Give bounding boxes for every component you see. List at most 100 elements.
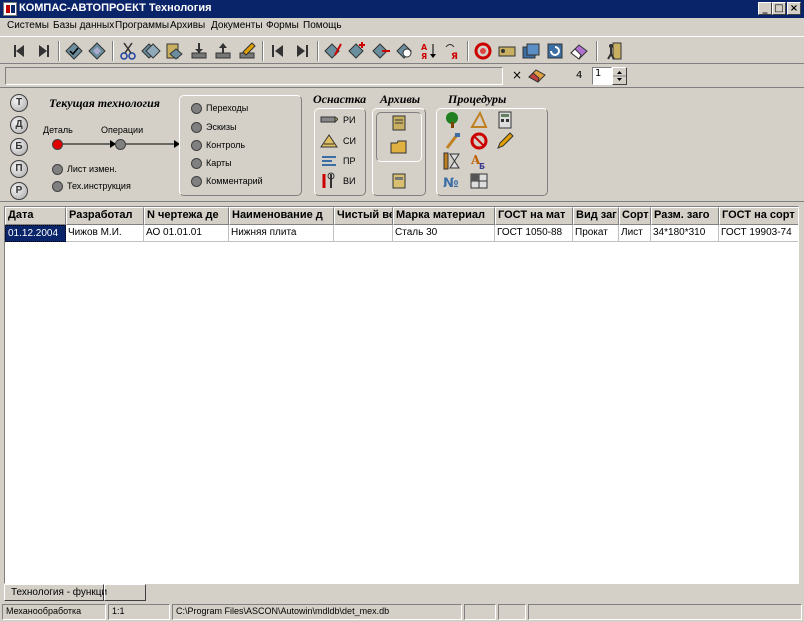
aux-tool-icon[interactable] [320, 172, 338, 190]
close-button[interactable]: × [787, 2, 801, 15]
cell-developer[interactable]: Чижов М.И. [66, 225, 144, 242]
archive-list-icon[interactable] [390, 172, 408, 190]
col-gost-material[interactable]: ГОСТ на мат [495, 207, 573, 225]
stack-icon[interactable] [521, 41, 541, 61]
brush-icon[interactable] [443, 132, 461, 150]
tech-instruction-dot[interactable] [52, 181, 63, 192]
font-icon[interactable]: AБ [470, 152, 488, 171]
clear-filter-button[interactable]: × [512, 68, 522, 82]
col-blank-size[interactable]: Разм. заго [651, 207, 719, 225]
cell-blank-size[interactable]: 34*180*310 [651, 225, 719, 242]
cell-gost-sort[interactable]: ГОСТ 19903-74 [719, 225, 798, 242]
eraser-icon[interactable] [569, 41, 589, 61]
cell-name[interactable]: Нижняя плита [229, 225, 334, 242]
scissors-icon[interactable] [118, 41, 138, 61]
last-record-icon[interactable] [292, 41, 312, 61]
exit-icon[interactable] [604, 41, 624, 61]
hourglass-icon[interactable] [443, 152, 461, 170]
sketches-dot[interactable] [191, 122, 202, 133]
diamond-add-icon[interactable] [347, 41, 367, 61]
ri-label[interactable]: РИ [343, 115, 355, 125]
diamond-search-icon[interactable] [395, 41, 415, 61]
maximize-button[interactable]: □ [772, 2, 786, 15]
sketches-label[interactable]: Эскизы [206, 122, 237, 132]
transitions-label[interactable]: Переходы [206, 103, 248, 113]
forward-icon[interactable] [33, 41, 53, 61]
fixture-icon[interactable] [320, 152, 338, 170]
calculator-icon[interactable] [496, 111, 514, 129]
tree-icon[interactable] [443, 111, 461, 129]
col-net-weight[interactable]: Чистый ве [334, 207, 393, 225]
spinner-buttons[interactable] [612, 67, 627, 85]
control-label[interactable]: Контроль [206, 140, 245, 150]
paste-icon[interactable] [164, 41, 184, 61]
side-button-d[interactable]: Д [10, 116, 28, 134]
si-label[interactable]: СИ [343, 136, 356, 146]
comment-label[interactable]: Комментарий [206, 176, 263, 186]
col-developer[interactable]: Разработал [66, 207, 144, 225]
cell-gost-material[interactable]: ГОСТ 1050-88 [495, 225, 573, 242]
col-drawing-number[interactable]: N чертежа де [144, 207, 229, 225]
diamond-remove-icon[interactable] [371, 41, 391, 61]
side-button-b[interactable]: Б [10, 138, 28, 156]
col-gost-sort[interactable]: ГОСТ на сорт [719, 207, 798, 225]
comment-dot[interactable] [191, 176, 202, 187]
col-name[interactable]: Наименование д [229, 207, 334, 225]
diamond-check-icon[interactable] [64, 41, 84, 61]
detail-dot[interactable] [52, 139, 63, 150]
forbidden-icon[interactable] [470, 132, 488, 150]
import-icon[interactable] [189, 41, 209, 61]
col-blank-type[interactable]: Вид заг [573, 207, 619, 225]
table-icon[interactable] [470, 172, 488, 190]
first-record-icon[interactable] [268, 41, 288, 61]
tab-technology-functions[interactable]: Технология - функци [4, 584, 107, 601]
diamond-edit-icon[interactable] [323, 41, 343, 61]
copy-diamond-icon[interactable] [141, 41, 161, 61]
tab-empty[interactable] [104, 584, 146, 601]
minimize-button[interactable]: _ [758, 2, 772, 15]
drafting-icon[interactable] [470, 110, 488, 129]
menu-sistemy[interactable]: Системы [7, 20, 49, 31]
archive-folder-icon[interactable] [390, 138, 408, 156]
operations-dot[interactable] [115, 139, 126, 150]
edit-icon[interactable] [237, 41, 257, 61]
cell-sort[interactable]: Лист [619, 225, 651, 242]
eraser-icon[interactable] [528, 67, 546, 83]
menu-programmy[interactable]: Программы [115, 20, 169, 31]
back-icon[interactable] [10, 41, 30, 61]
transitions-dot[interactable] [191, 103, 202, 114]
side-button-r[interactable]: Р [10, 182, 28, 200]
col-date[interactable]: Дата [5, 207, 66, 225]
cell-material[interactable]: Сталь 30 [393, 225, 495, 242]
archive-card-icon[interactable] [390, 114, 408, 132]
vi-label[interactable]: ВИ [343, 176, 355, 186]
app-icon[interactable] [3, 2, 17, 16]
cards-label[interactable]: Карты [206, 158, 232, 168]
col-sort[interactable]: Сорт [619, 207, 651, 225]
number-icon[interactable]: № [443, 172, 461, 191]
side-button-t[interactable]: Т [10, 94, 28, 112]
filter-field[interactable] [5, 67, 503, 85]
page-spinner-input[interactable]: 1 [592, 67, 612, 85]
pencil-icon[interactable] [496, 132, 514, 150]
cell-date[interactable]: 01.12.2004 [5, 225, 66, 242]
measuring-tool-icon[interactable] [320, 132, 338, 150]
refresh-icon[interactable] [545, 41, 565, 61]
pr-label[interactable]: ПР [343, 156, 355, 166]
stop-search-icon[interactable] [473, 41, 493, 61]
sort-filter-icon[interactable]: Я [443, 41, 463, 62]
menu-pomoshch[interactable]: Помощь [303, 20, 342, 31]
data-table[interactable]: Дата Разработал N чертежа де Наименовани… [4, 206, 799, 584]
side-button-p[interactable]: П [10, 160, 28, 178]
menu-bazy-dannyh[interactable]: Базы данных [53, 20, 114, 31]
diamond-icon[interactable] [87, 41, 107, 61]
cell-blank-type[interactable]: Прокат [573, 225, 619, 242]
cards-dot[interactable] [191, 158, 202, 169]
key-card-icon[interactable] [497, 41, 517, 61]
cell-net-weight[interactable] [334, 225, 393, 242]
sort-az-icon[interactable]: АЯ [419, 41, 439, 61]
col-material[interactable]: Марка материал [393, 207, 495, 225]
cutting-tool-icon[interactable] [320, 111, 339, 129]
cell-drawing-number[interactable]: АО 01.01.01 [144, 225, 229, 242]
export-icon[interactable] [213, 41, 233, 61]
